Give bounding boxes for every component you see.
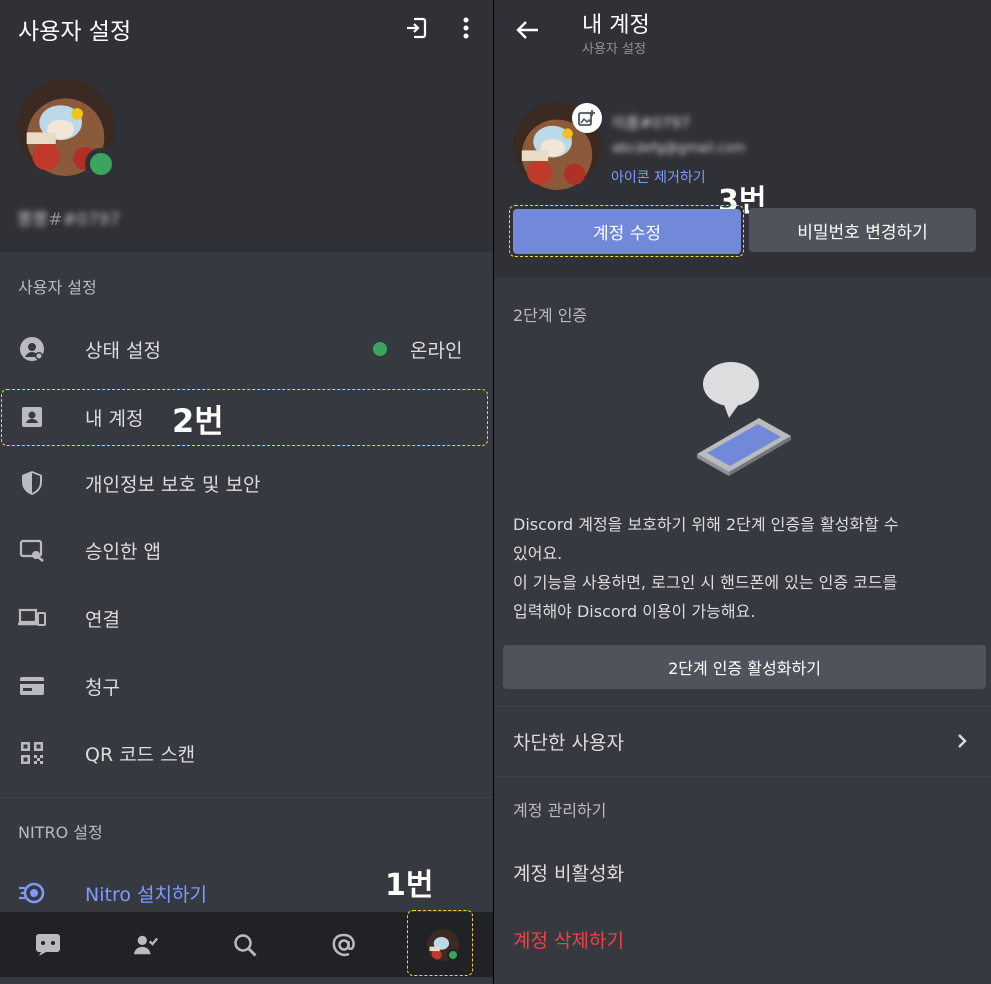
search-icon[interactable]: [232, 932, 258, 958]
menu-qr-scan[interactable]: QR 코드 스캔: [0, 723, 493, 783]
divider: [0, 797, 493, 798]
twofa-description: Discord 계정을 보호하기 위해 2단계 인증을 활성화할 수 있어요. …: [513, 515, 899, 621]
section-nitro-settings: NITRO 설정: [18, 823, 103, 842]
account-email: abcdefg@gmail.com: [612, 141, 746, 156]
more-vertical-icon[interactable]: [456, 14, 476, 42]
delete-account-item[interactable]: 계정 삭제하기: [513, 926, 624, 953]
twofa-illustration: [689, 362, 799, 482]
menu-privacy-safety[interactable]: 개인정보 보호 및 보안: [0, 453, 493, 513]
menu-connections[interactable]: 연결: [0, 588, 493, 648]
deactivate-account-item[interactable]: 계정 비활성화: [513, 859, 624, 886]
remove-icon-link[interactable]: 아이콘 제거하기: [611, 167, 706, 187]
billing-card-icon: [18, 672, 46, 700]
section-user-settings: 사용자 설정: [18, 278, 97, 297]
divider: [494, 776, 991, 777]
authorized-apps-icon: [18, 536, 46, 564]
annotation-label-1: 1번: [385, 868, 434, 903]
chevron-right-icon: [954, 730, 970, 752]
add-image-icon[interactable]: [572, 103, 602, 133]
blocked-users-label: 차단한 사용자: [513, 732, 624, 754]
page-title: 사용자 설정: [18, 19, 132, 45]
online-indicator: [373, 342, 387, 356]
account-header: 내 계정 사용자 설정 이름#0797 abcdefg@gmail.com 아이…: [494, 0, 991, 278]
bottom-navigation: [0, 910, 493, 977]
user-settings-panel: 사용자 설정 뽕뽕##0797 사용자 설정 상태 설정 온라인 내 계정 2번…: [0, 0, 493, 984]
twofa-section-head: 2단계 인증: [513, 306, 588, 325]
annotation-box-1: [407, 910, 473, 976]
menu-label: 연결: [85, 608, 120, 631]
enable-twofa-button[interactable]: 2단계 인증 활성화하기: [503, 645, 986, 689]
change-password-button[interactable]: 비밀번호 변경하기: [749, 208, 976, 252]
account-management-head: 계정 관리하기: [513, 801, 607, 820]
shield-icon: [18, 469, 46, 497]
page-title: 내 계정: [582, 13, 650, 38]
page-subtitle: 사용자 설정: [582, 42, 646, 57]
account-name: 이름#0797: [612, 114, 691, 132]
qr-icon: [18, 739, 46, 767]
mention-icon[interactable]: [331, 932, 357, 958]
profile-header: 사용자 설정 뽕뽕##0797: [0, 0, 493, 252]
friends-icon[interactable]: [133, 932, 159, 958]
status-icon: [18, 335, 46, 363]
menu-label: 상태 설정: [85, 339, 161, 362]
logout-icon[interactable]: [402, 14, 430, 42]
annotation-label-2: 2번: [172, 402, 224, 440]
tag-number: #0797: [62, 210, 121, 230]
menu-label: 청구: [85, 676, 120, 699]
menu-status[interactable]: 상태 설정 온라인: [0, 319, 493, 379]
divider: [494, 706, 991, 707]
status-value: 온라인: [410, 339, 463, 362]
devices-icon: [18, 604, 46, 632]
menu-label: Nitro 설치하기: [85, 883, 207, 906]
menu-label: QR 코드 스캔: [85, 743, 196, 766]
my-account-panel: 내 계정 사용자 설정 이름#0797 abcdefg@gmail.com 아이…: [494, 0, 991, 984]
nitro-icon: [18, 879, 46, 907]
menu-billing[interactable]: 청구: [0, 656, 493, 716]
menu-label: 개인정보 보호 및 보안: [85, 473, 261, 496]
annotation-box-2: [1, 389, 488, 446]
back-arrow-icon[interactable]: [514, 18, 542, 42]
menu-authorized-apps[interactable]: 승인한 앱: [0, 520, 493, 580]
chat-icon[interactable]: [35, 932, 61, 958]
online-status-dot: [85, 148, 117, 180]
menu-label: 승인한 앱: [85, 540, 161, 563]
blocked-users-row[interactable]: 차단한 사용자: [494, 712, 991, 770]
username-tag: 뽕뽕##0797: [17, 210, 121, 230]
annotation-box-3: [509, 205, 744, 257]
